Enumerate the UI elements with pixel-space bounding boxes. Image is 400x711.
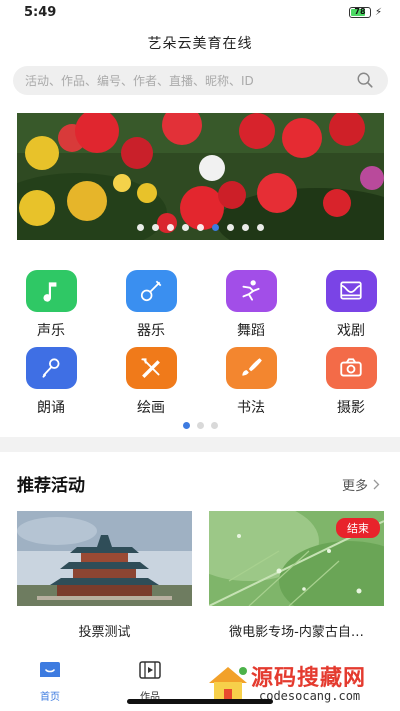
status-badge: 结束: [336, 518, 380, 538]
pager-dot[interactable]: [210, 422, 218, 429]
brush-icon: [225, 347, 277, 389]
pager-dot[interactable]: [137, 224, 144, 231]
chevron-right-icon: [373, 479, 380, 490]
page-title: 艺朵云美育在线: [147, 36, 253, 52]
camera-icon: [325, 347, 377, 389]
activity-image: [17, 511, 192, 606]
section-divider: [0, 437, 400, 452]
category-recitation[interactable]: 朗诵: [16, 347, 86, 417]
pencil-brush-icon: [125, 347, 177, 389]
more-label: 更多: [341, 479, 368, 494]
pager-dot[interactable]: [227, 224, 234, 231]
tab-home[interactable]: 首页: [20, 661, 80, 703]
home-icon: [40, 662, 60, 677]
category-row: 声乐 器乐 舞蹈 戏剧: [0, 270, 400, 340]
pager-dot[interactable]: [197, 224, 204, 231]
battery-percent: 78: [354, 7, 366, 16]
category-label: 绘画: [137, 400, 165, 416]
category-photography[interactable]: 摄影: [316, 347, 386, 417]
category-label: 摄影: [337, 400, 365, 416]
category-dance[interactable]: 舞蹈: [216, 270, 286, 340]
category-label: 舞蹈: [237, 323, 265, 339]
pager-dot[interactable]: [212, 224, 219, 231]
status-bar: 5:49 78 ⚡: [0, 0, 400, 26]
banner-carousel[interactable]: [17, 113, 384, 240]
tab-label: 首页: [40, 692, 60, 703]
search-input[interactable]: 活动、作品、编号、作者、直播、昵称、ID: [13, 66, 388, 95]
watermark-title: 源码搜藏网: [251, 666, 367, 691]
pager-dot[interactable]: [257, 224, 264, 231]
category-painting[interactable]: 绘画: [116, 347, 186, 417]
battery-icon: 78: [348, 7, 371, 18]
category-label: 声乐: [37, 323, 65, 339]
activity-image: 结束: [209, 511, 384, 606]
category-label: 书法: [237, 400, 265, 416]
pager-dot[interactable]: [242, 224, 249, 231]
section-title: 推荐活动: [17, 476, 85, 496]
activity-title: 微电影专场-内蒙古自…: [229, 625, 364, 640]
pager-dot[interactable]: [182, 224, 189, 231]
dance-icon: [225, 270, 277, 312]
category-calligraphy[interactable]: 书法: [216, 347, 286, 417]
category-vocal[interactable]: 声乐: [16, 270, 86, 340]
pager-dot[interactable]: [196, 422, 204, 429]
tab-works[interactable]: 作品: [120, 661, 180, 703]
watermark-subtitle: codesocang.com: [259, 689, 361, 703]
category-drama[interactable]: 戏剧: [316, 270, 386, 340]
search-icon[interactable]: [356, 71, 374, 89]
film-icon: [139, 661, 161, 679]
activity-title: 投票测试: [78, 625, 131, 640]
category-instrument[interactable]: 器乐: [116, 270, 186, 340]
activity-card[interactable]: 投票测试: [17, 511, 192, 640]
drama-icon: [325, 270, 377, 312]
guitar-icon: [125, 270, 177, 312]
category-label: 器乐: [137, 323, 165, 339]
banner-pager[interactable]: [17, 224, 384, 231]
category-pager[interactable]: [0, 422, 400, 429]
pager-dot[interactable]: [182, 422, 190, 429]
activity-card[interactable]: 结束 微电影专场-内蒙古自…: [209, 511, 384, 640]
microphone-icon: [25, 347, 77, 389]
charging-icon: ⚡: [374, 7, 382, 18]
more-link[interactable]: 更多: [342, 475, 380, 494]
banner-image: [17, 113, 384, 240]
category-label: 戏剧: [337, 323, 365, 339]
status-time: 5:49: [24, 5, 57, 20]
pager-dot[interactable]: [167, 224, 174, 231]
music-note-icon: [25, 270, 77, 312]
pager-dot[interactable]: [152, 224, 159, 231]
category-row: 朗诵 绘画 书法 摄影: [0, 347, 400, 417]
status-indicators: 78 ⚡: [348, 7, 382, 18]
category-label: 朗诵: [37, 400, 65, 416]
search-placeholder: 活动、作品、编号、作者、直播、昵称、ID: [25, 74, 254, 88]
home-indicator: [127, 699, 273, 704]
